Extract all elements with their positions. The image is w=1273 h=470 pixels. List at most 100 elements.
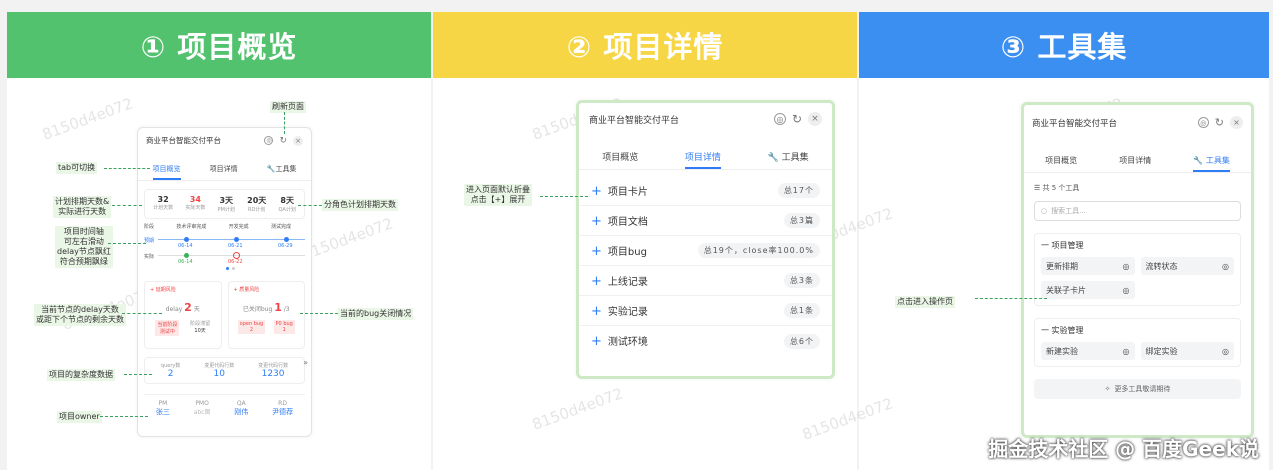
annotation-enter-op: 点击进入操作页 [895,296,955,308]
expand-icon[interactable]: + [591,214,602,229]
plan-date: 06-21 [228,243,243,249]
delay-text: delay [165,306,183,313]
detail-count: 总6个 [783,333,820,349]
delay-unit: 天 [193,306,200,313]
annotation-line [104,168,150,169]
expand-icon[interactable]: + [591,304,602,319]
detail-count: 总3条 [783,273,820,288]
annotation-role-days: 分角色计划排期天数 [322,199,398,211]
annotation-plan-days: 计划排期天数& 实际进行天数 [53,196,112,218]
tool-group-title: 一 实验管理 [1041,326,1084,335]
stage-label: 阶段 [144,224,155,230]
tab-overview[interactable]: 项目概览 [1045,151,1077,172]
more-tools-button[interactable]: ✧ 更多工具敬请期待 [1034,379,1241,399]
complexity-item: 变更代码行数 1230 [258,363,289,379]
refresh-icon[interactable]: ↻ [1215,116,1224,129]
detail-count: 总17个 [777,183,820,198]
actual-node-ok [184,253,189,258]
compass-icon[interactable]: ◎ [1197,117,1209,128]
annotation-delay-node: 当前节点的delay天数 或距下个节点的剩余天数 [34,304,126,326]
annotation-tab-switch: tab可切换 [56,162,98,174]
complexity-item: query数 2 [160,363,181,379]
close-icon[interactable]: × [1230,116,1243,129]
chevron-right-icon[interactable]: » [303,358,308,367]
detail-row-experiments[interactable]: + 实验记录 总1条 [579,296,832,326]
stage-stay: 阶段滞留 10天 [190,321,211,334]
bug-card-title: + 质量风险 [233,287,260,293]
detail-row-envs[interactable]: + 测试环境 总6个 [579,326,832,356]
owner-rd: RD 尹德荐 [272,400,294,416]
details-banner: ② 项目详情 [433,12,857,78]
plan-line [158,239,305,240]
tab-tools-label: 工具集 [781,153,809,163]
tab-tools[interactable]: 🔧 工具集 [1193,151,1230,172]
annotation-line [284,112,285,134]
pager-dot[interactable] [226,267,229,270]
tab-details[interactable]: 项目详情 [1119,151,1151,172]
tool-transfer-status[interactable]: 流转状态 ◎ [1140,257,1234,275]
tab-tools[interactable]: 🔧 工具集 [768,146,809,169]
expand-icon[interactable]: + [591,184,602,199]
wrench-icon: 🔧 [767,153,779,163]
pager-dot[interactable] [232,267,235,270]
expand-icon[interactable]: + [591,274,602,289]
actual-line [158,255,305,256]
tab-overview[interactable]: 项目概览 [602,146,638,169]
detail-count: 总3篇 [783,213,820,228]
annotation-expand: 进入页面默认折叠 点击【+】展开 [464,184,532,206]
stat-actual-days: 34 实际天数 [185,195,206,211]
detail-label: 上线记录 [607,276,648,288]
tab-details[interactable]: 项目详情 [210,160,238,180]
bug-total: /3 [283,306,290,313]
plan-date: 06-14 [178,243,193,249]
detail-label: 测试环境 [607,337,648,348]
detail-row-docs[interactable]: + 项目文档 总3篇 [579,206,832,236]
timeline[interactable]: 阶段 技术评审完成 开发完成 测试完成 预期 06-14 06-21 06-29… [144,223,305,273]
target-icon: ◎ [1222,346,1229,356]
refresh-icon[interactable]: ↻ [792,112,802,126]
target-icon: ◎ [1122,285,1130,295]
annotation-line [300,313,338,314]
tab-tools[interactable]: 🔧工具集 [267,160,297,180]
expand-icon[interactable]: + [591,334,602,349]
delay-card: + 延期风险 delay 2 天 当前阶段 测试中 阶段滞留 10天 [144,281,222,349]
tool-new-experiment[interactable]: 新建实验 ◎ [1041,342,1135,360]
annotation-line [100,416,148,417]
refresh-icon[interactable]: ↻ [279,136,287,146]
risk-cards: + 延期风险 delay 2 天 当前阶段 测试中 阶段滞留 10天 + 质量风险 … [144,281,305,349]
close-icon[interactable]: × [293,135,303,146]
detail-list: + 项目卡片 总17个 + 项目文档 总3篇 + 项目bug 总19个，close率100.… [579,176,832,356]
tool-link-subcard[interactable]: 关联子卡片 ◎ [1041,281,1135,299]
actual-date: 06-14 [178,259,193,265]
plan-node [234,237,239,242]
stage-label: 开发完成 [228,224,249,230]
annotation-line [108,243,146,244]
detail-label: 实验记录 [607,306,648,318]
close-icon[interactable]: × [808,112,822,126]
expand-icon[interactable]: + [591,244,602,259]
detail-row-bugs[interactable]: + 项目bug 总19个，close率100.0% [579,236,832,266]
stats-row: 32 计划天数 34 实际天数 3天 PM计划 20天 RD计划 8天 QA计划 [144,189,305,219]
actual-label: 实际 [144,254,155,260]
detail-row-releases[interactable]: + 上线记录 总3条 [579,266,832,296]
detail-label: 项目bug [607,246,647,258]
annotation-line [298,205,322,206]
open-bug: open bug 2 [237,320,266,334]
tab-details[interactable]: 项目详情 [684,146,721,169]
tab-overview[interactable]: 项目概览 [152,160,181,180]
tool-search-input[interactable]: ○ 搜索工具... [1034,201,1241,221]
annotation-timeline: 项目时间轴 可左右滑动 delay节点飘红 符合预期飘绿 [55,226,113,268]
annotation-line [975,298,1047,299]
panel-title: 商业平台智能交付平台 [1032,118,1118,129]
tab-tools-label: 工具集 [275,165,297,173]
tool-bind-experiment[interactable]: 绑定实验 ◎ [1140,342,1234,360]
target-icon: ◎ [1222,261,1229,271]
tool-update-schedule[interactable]: 更新排期 ◎ [1041,257,1135,275]
detail-count: 总1条 [783,303,820,318]
annotation-line [540,196,588,197]
detail-row-cards[interactable]: + 项目卡片 总17个 [579,176,832,206]
compass-icon[interactable]: ◎ [773,113,786,125]
target-icon: ◎ [1122,261,1130,271]
stage-label: 技术评审完成 [176,224,207,230]
compass-icon[interactable]: ◎ [264,136,274,145]
